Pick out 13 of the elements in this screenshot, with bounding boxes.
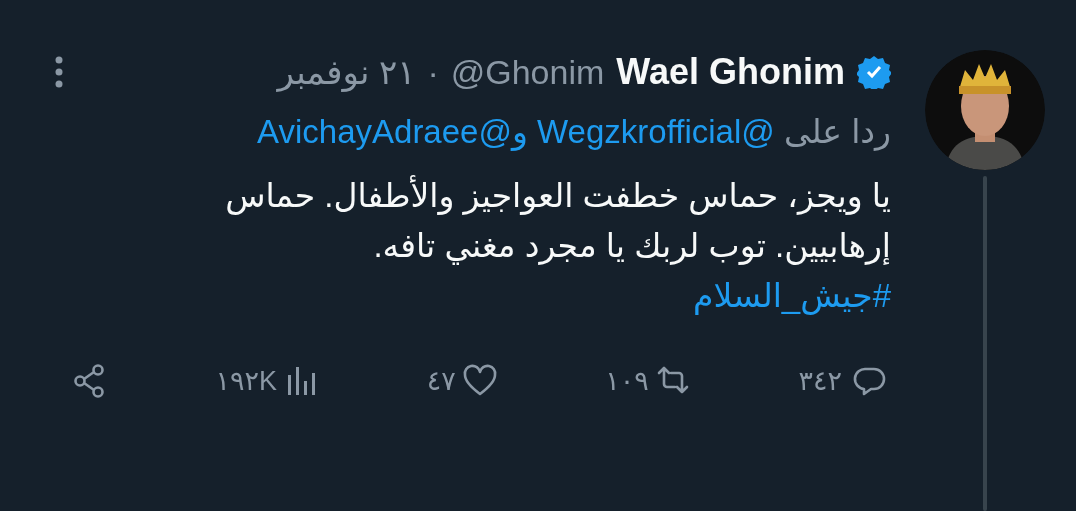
tweet-text: يا ويجز، حماس خطفت العواجيز والأطفال. حماس إرهابيين. توب لربك يا مجرد مغني تافه. <box>224 174 891 267</box>
tweet-date[interactable]: ٢١ نوفمبر <box>277 52 416 92</box>
user-handle[interactable]: @Ghonim <box>450 52 605 92</box>
separator: · <box>427 52 439 92</box>
mention-link[interactable]: @Wegzkrofficial <box>537 113 775 150</box>
user-name[interactable]: Wael Ghonim <box>616 51 845 93</box>
hashtag-link[interactable]: #جيش_السلام <box>693 277 891 314</box>
retweet-button[interactable]: ١٠٩ <box>605 361 693 401</box>
reply-label: ردا على <box>783 113 891 150</box>
reply-button[interactable]: ٣٤٢ <box>798 361 886 401</box>
mention-link[interactable]: و@AvichayAdraee <box>257 113 528 150</box>
views-button[interactable]: ١٩٢K <box>215 361 322 401</box>
like-button[interactable]: ٤٧ <box>426 361 500 401</box>
